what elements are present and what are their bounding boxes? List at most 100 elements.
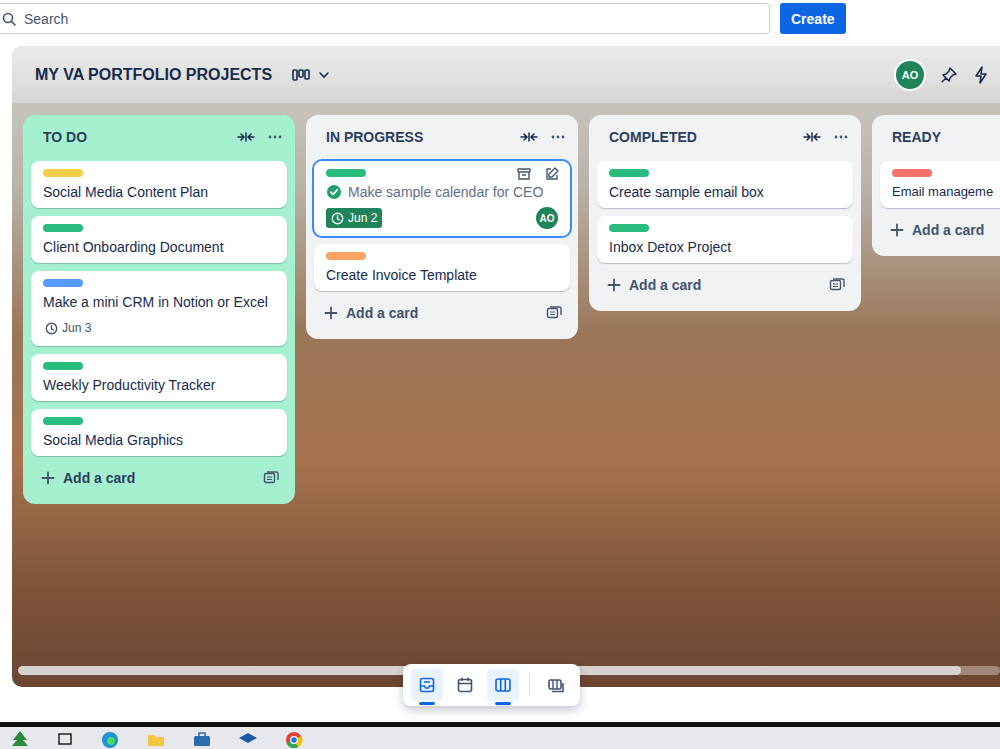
card[interactable]: Client Onboarding Document <box>31 216 287 263</box>
tree-icon[interactable] <box>10 730 30 748</box>
card-title-row: Inbox Detox Project <box>609 238 841 256</box>
list-title[interactable]: COMPLETED <box>609 129 791 145</box>
briefcase-icon[interactable] <box>192 730 212 748</box>
card-label[interactable] <box>43 417 83 425</box>
card-title-row: Social Media Graphics <box>43 431 275 449</box>
card-label[interactable] <box>43 169 83 177</box>
card-title: Social Media Content Plan <box>43 183 208 201</box>
card-title-row: Client Onboarding Document <box>43 238 275 256</box>
folder-icon[interactable] <box>146 730 166 748</box>
board-actions: AO <box>896 61 988 89</box>
taskbar <box>0 722 1000 749</box>
card-title-row: Weekly Productivity Tracker <box>43 376 275 394</box>
card-title-row: Social Media Content Plan <box>43 183 275 201</box>
card-title: Make a mini CRM in Notion or Excel <box>43 293 268 311</box>
archive-icon[interactable] <box>516 166 532 182</box>
more-icon[interactable] <box>550 131 566 143</box>
collapse-icon[interactable] <box>803 131 821 143</box>
add-card-label: Add a card <box>346 305 538 321</box>
card-label[interactable] <box>43 362 83 370</box>
add-card-label: Add a card <box>629 277 821 293</box>
list-header: TO DO <box>31 115 287 159</box>
edit-icon[interactable] <box>544 166 560 182</box>
plus-icon <box>324 306 338 320</box>
more-icon[interactable] <box>833 131 849 143</box>
card[interactable]: Social Media Content Plan <box>31 161 287 208</box>
template-icon[interactable] <box>263 471 279 485</box>
card-label[interactable] <box>609 169 649 177</box>
template-icon[interactable] <box>546 306 562 320</box>
card-member-avatar[interactable]: AO <box>536 207 558 229</box>
add-card-button[interactable]: Add a card <box>31 460 287 496</box>
due-date-badge[interactable]: Jun 2 <box>326 208 382 228</box>
card[interactable]: Create Invoice Template <box>314 244 570 291</box>
card-title: Create Invoice Template <box>326 266 477 284</box>
collapse-icon[interactable] <box>520 131 538 143</box>
view-button[interactable] <box>487 669 519 701</box>
list-header: IN PROGRESS <box>314 115 570 159</box>
list[interactable]: IN PROGRESS Make sample calendar for CEO… <box>306 115 578 339</box>
search-placeholder: Search <box>24 11 68 27</box>
card-label[interactable] <box>43 224 83 232</box>
list-header: COMPLETED <box>597 115 853 159</box>
view-button[interactable] <box>449 669 481 701</box>
top-bar: Search Create <box>0 0 1000 46</box>
card[interactable]: Make sample calendar for CEO Jun 2 AO <box>314 161 570 236</box>
clock-icon <box>45 322 58 335</box>
more-icon[interactable] <box>267 131 283 143</box>
card-label[interactable] <box>326 252 366 260</box>
card-label[interactable] <box>892 169 932 177</box>
plus-icon <box>890 223 904 237</box>
card-actions <box>516 166 560 182</box>
pin-icon[interactable] <box>940 66 958 84</box>
task-view-icon[interactable] <box>56 730 74 748</box>
school-icon[interactable] <box>238 730 258 748</box>
page: Search Create MY VA PORTFOLIO PROJECTS A… <box>0 0 1000 749</box>
search-field[interactable]: Search <box>0 3 770 34</box>
card-badges: Jun 2 AO <box>326 207 558 229</box>
view-button[interactable] <box>540 669 572 701</box>
member-avatar[interactable]: AO <box>896 61 924 89</box>
chrome-icon[interactable] <box>284 730 304 748</box>
list[interactable]: READY Email manageme Add a card <box>872 115 1000 256</box>
collapse-icon[interactable] <box>237 131 255 143</box>
card[interactable]: Make a mini CRM in Notion or Excel Jun 3 <box>31 271 287 346</box>
card-title: Weekly Productivity Tracker <box>43 376 215 394</box>
list[interactable]: TO DO Social Media Content Plan Client O… <box>23 115 295 504</box>
board-view-icon[interactable] <box>292 68 310 82</box>
card[interactable]: Weekly Productivity Tracker <box>31 354 287 401</box>
add-card-button[interactable]: Add a card <box>314 295 570 331</box>
card[interactable]: Social Media Graphics <box>31 409 287 456</box>
complete-check-icon[interactable] <box>326 184 342 200</box>
card-label[interactable] <box>326 169 366 177</box>
card[interactable]: Create sample email box <box>597 161 853 208</box>
plus-icon <box>41 471 55 485</box>
view-button[interactable] <box>411 669 443 701</box>
card-title-row: Make sample calendar for CEO <box>326 183 558 201</box>
edge-browser-icon[interactable] <box>100 730 120 748</box>
list-title[interactable]: TO DO <box>43 129 225 145</box>
card-label[interactable] <box>43 279 83 287</box>
switch-boards-icon <box>547 676 565 694</box>
list-title[interactable]: IN PROGRESS <box>326 129 508 145</box>
list-title[interactable]: READY <box>892 129 1000 145</box>
card-list: Email manageme <box>880 159 1000 208</box>
lightning-icon[interactable] <box>974 66 988 84</box>
add-card-button[interactable]: Add a card <box>597 267 853 303</box>
card-title: Client Onboarding Document <box>43 238 224 256</box>
create-button[interactable]: Create <box>780 3 846 34</box>
card[interactable]: Email manageme <box>880 161 1000 208</box>
chevron-down-icon[interactable] <box>318 69 330 81</box>
list-header: READY <box>880 115 1000 159</box>
card[interactable]: Inbox Detox Project <box>597 216 853 263</box>
card-title-row: Create sample email box <box>609 183 841 201</box>
lists-row: TO DO Social Media Content Plan Client O… <box>12 103 1000 666</box>
card-title-row: Create Invoice Template <box>326 266 558 284</box>
card-label[interactable] <box>609 224 649 232</box>
template-icon[interactable] <box>829 278 845 292</box>
board-title[interactable]: MY VA PORTFOLIO PROJECTS <box>35 66 272 84</box>
due-date-badge[interactable]: Jun 3 <box>43 319 95 337</box>
list[interactable]: COMPLETED Create sample email box Inbox … <box>589 115 861 311</box>
add-card-button[interactable]: Add a card <box>880 212 1000 248</box>
add-card-label: Add a card <box>63 470 255 486</box>
